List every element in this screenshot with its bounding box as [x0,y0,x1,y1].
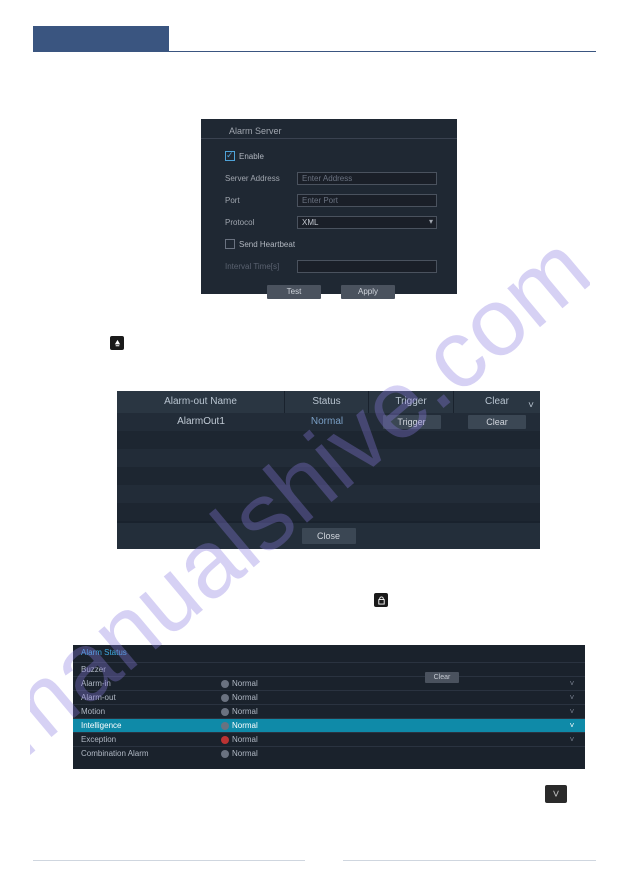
heartbeat-row[interactable]: Send Heartbeat [225,237,437,251]
cell-name: AlarmOut1 [117,413,285,431]
interval-label: Interval Time[s] [225,262,297,271]
alarm-status-panel: Alarm Status Clear Buzzer Alarm-in Norma… [73,645,585,769]
status-row-combination[interactable]: Combination Alarm Normal [73,746,585,760]
status-dot-icon [221,680,229,688]
status-dot-icon [221,708,229,716]
tab-alarm-status[interactable]: Alarm Status [73,645,135,660]
col-trigger: Trigger [369,391,454,413]
footer-divider [343,860,596,861]
table-header: Alarm-out Name Status Trigger Clear [117,391,540,413]
cell-status: Normal [285,413,369,431]
trigger-button[interactable]: Trigger [383,415,441,429]
status-row-intelligence[interactable]: Intelligence Normal ˅ [73,718,585,732]
status-row-exception[interactable]: Exception Normal ˅ [73,732,585,746]
apply-button[interactable]: Apply [341,285,395,299]
port-label: Port [225,196,297,205]
table-row [117,503,540,521]
alarm-server-panel: Alarm Server Enable Server Address Enter… [201,119,457,294]
alarm-out-table: Alarm-out Name Status Trigger Clear Alar… [117,391,540,549]
enable-label: Enable [239,152,264,161]
status-row-alarm-in[interactable]: Alarm-in Normal ˅ [73,676,585,690]
chevron-down-icon: ˅ [567,679,577,688]
test-button[interactable]: Test [267,285,321,299]
lock-icon[interactable] [374,593,388,607]
col-status: Status [285,391,369,413]
checkbox-empty-icon[interactable] [225,239,235,249]
chevron-down-icon: ˅ [567,693,577,702]
server-address-input[interactable]: Enter Address [297,172,437,185]
status-dot-icon [221,722,229,730]
status-row-motion[interactable]: Motion Normal ˅ [73,704,585,718]
interval-input [297,260,437,273]
heartbeat-label: Send Heartbeat [239,240,295,249]
enable-row[interactable]: Enable [225,149,437,163]
col-name: Alarm-out Name [117,391,285,413]
clear-button[interactable]: Clear [468,415,526,429]
chevron-down-icon: ˅ [567,735,577,744]
status-row-buzzer[interactable]: Buzzer [73,662,585,676]
table-row [117,485,540,503]
table-row [117,431,540,449]
panel-title: Alarm Server [201,119,457,139]
status-row-alarm-out[interactable]: Alarm-out Normal ˅ [73,690,585,704]
alarm-icon[interactable] [110,336,124,350]
clear-button[interactable]: Clear [425,672,459,683]
protocol-label: Protocol [225,218,297,227]
col-clear[interactable]: Clear [454,391,540,413]
chevron-down-icon: ˅ [567,707,577,716]
table-row [117,449,540,467]
checkbox-checked-icon[interactable] [225,151,235,161]
status-dot-icon [221,736,229,744]
table-row [117,467,540,485]
chevron-down-icon: ˅ [567,721,577,730]
table-footer: Close [117,523,540,549]
close-button[interactable]: Close [302,528,356,544]
status-dot-icon [221,694,229,702]
table-row: AlarmOut1 Normal Trigger Clear [117,413,540,431]
expand-down-icon[interactable]: ˅ [545,785,567,803]
protocol-select[interactable]: XML [297,216,437,229]
status-dot-icon [221,750,229,758]
port-input[interactable]: Enter Port [297,194,437,207]
footer-divider [33,860,305,861]
header-accent [33,26,169,52]
server-address-label: Server Address [225,174,297,183]
